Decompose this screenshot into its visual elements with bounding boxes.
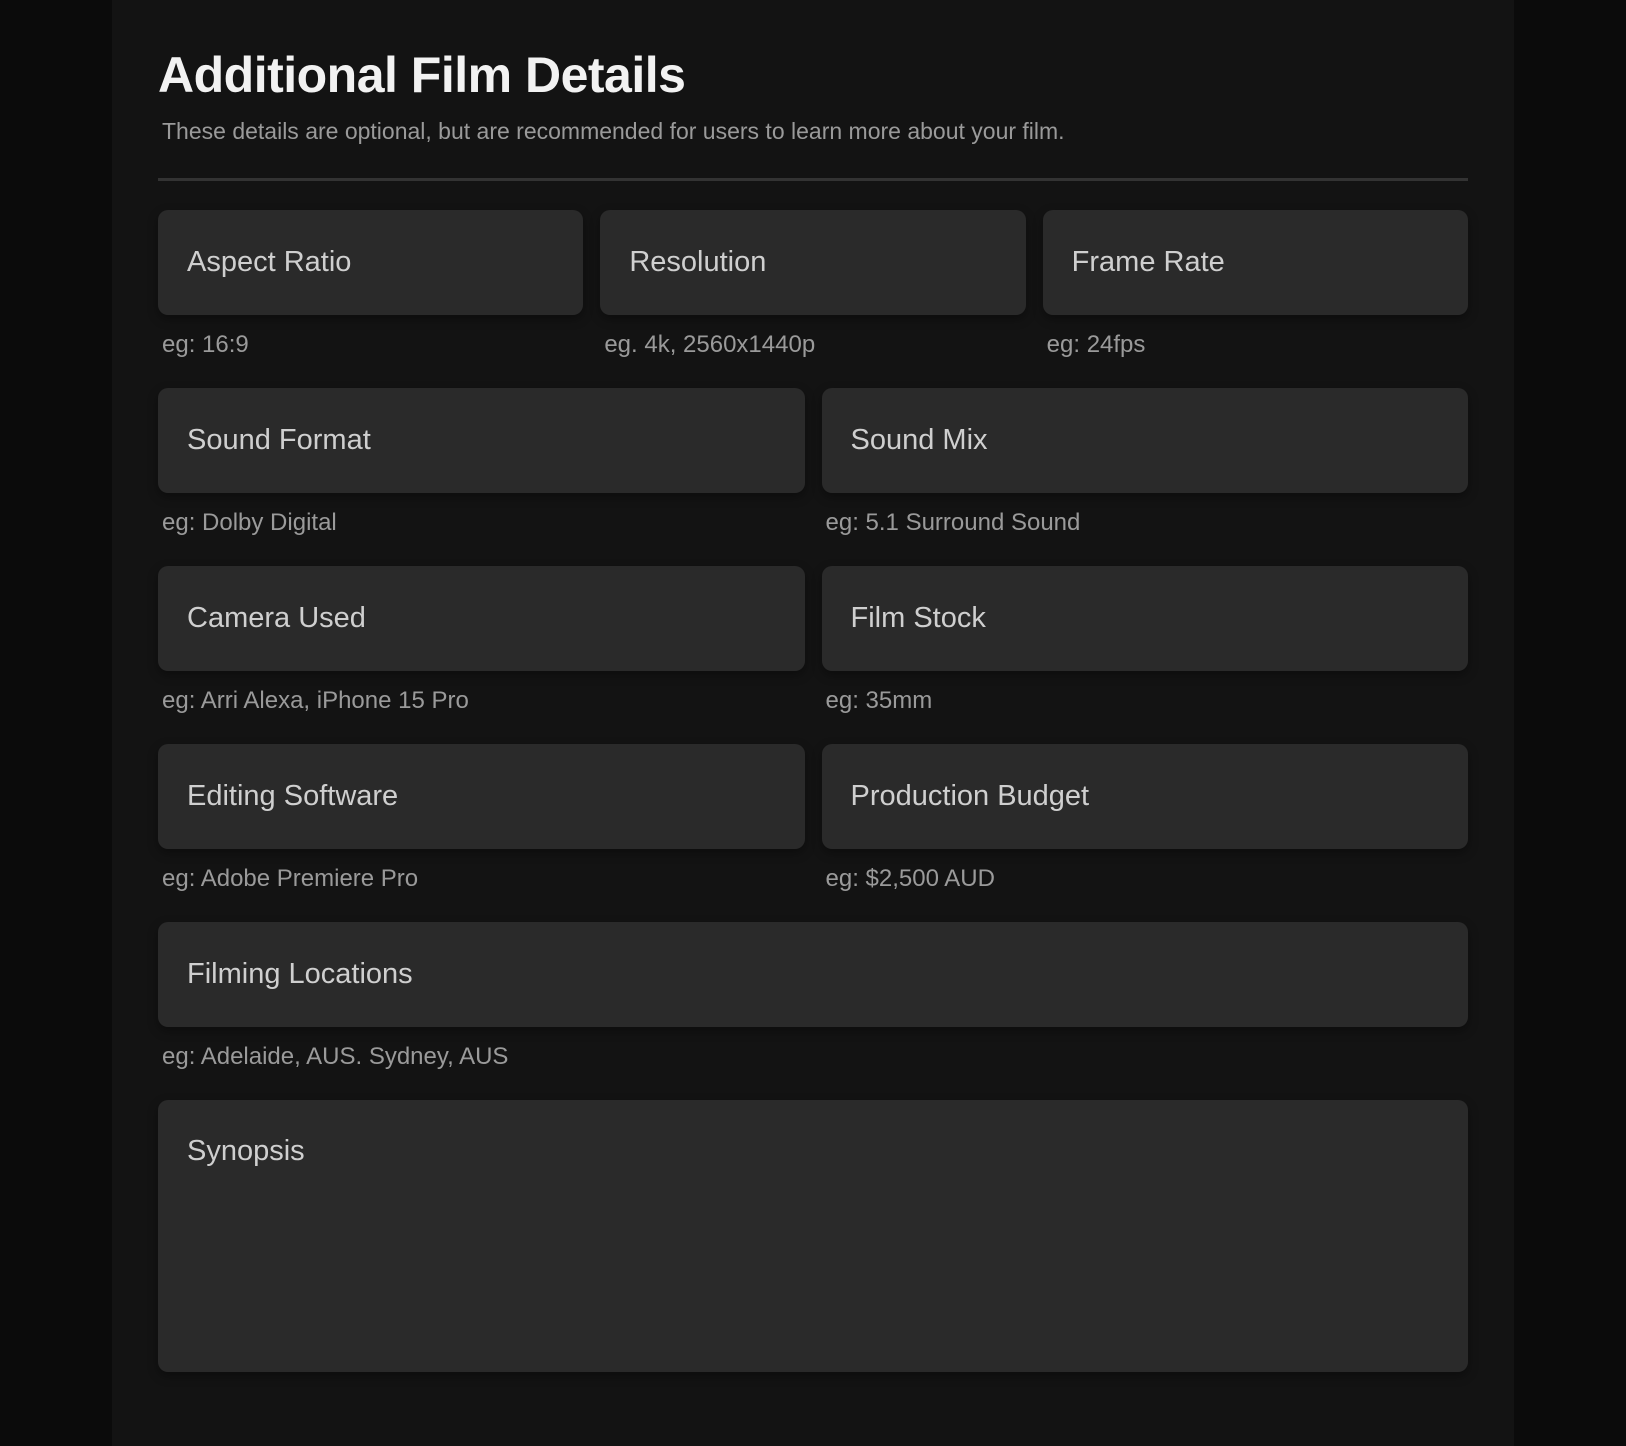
editing-software-hint: eg: Adobe Premiere Pro (162, 865, 419, 892)
aspect-ratio-input[interactable] (158, 210, 584, 315)
resolution-field-group: eg. 4k, 2560x1440p (600, 210, 1026, 360)
film-stock-field-group: eg: 35mm (821, 566, 1468, 716)
synopsis-textarea[interactable] (158, 1100, 1468, 1372)
sound-mix-field-group: eg: 5.1 Surround Sound (821, 388, 1468, 538)
form-row-camera: eg: Arri Alexa, iPhone 15 Pro eg: 35mm (158, 566, 1468, 716)
production-budget-hint: eg: $2,500 AUD (825, 865, 995, 892)
camera-used-input[interactable] (158, 566, 805, 671)
film-details-panel: Additional Film Details These details ar… (112, 0, 1514, 1446)
resolution-hint: eg. 4k, 2560x1440p (604, 331, 816, 358)
resolution-input[interactable] (600, 210, 1026, 315)
film-stock-hint: eg: 35mm (825, 687, 933, 714)
camera-used-hint: eg: Arri Alexa, iPhone 15 Pro (162, 687, 469, 714)
filming-locations-field-group: eg: Adelaide, AUS. Sydney, AUS (158, 922, 1468, 1072)
sound-mix-hint: eg: 5.1 Surround Sound (825, 509, 1081, 536)
sound-mix-input[interactable] (821, 388, 1468, 493)
details-form: eg: 16:9 eg. 4k, 2560x1440p eg: 24fps eg… (158, 210, 1468, 1372)
sound-format-input[interactable] (158, 388, 805, 493)
filming-locations-hint: eg: Adelaide, AUS. Sydney, AUS (162, 1043, 509, 1070)
page-title: Additional Film Details (158, 47, 686, 103)
divider (158, 178, 1468, 181)
film-stock-input[interactable] (821, 566, 1468, 671)
sound-format-hint: eg: Dolby Digital (162, 509, 337, 536)
form-row-sound: eg: Dolby Digital eg: 5.1 Surround Sound (158, 388, 1468, 538)
editing-software-input[interactable] (158, 744, 805, 849)
editing-software-field-group: eg: Adobe Premiere Pro (158, 744, 805, 894)
production-budget-input[interactable] (821, 744, 1468, 849)
form-row-synopsis (158, 1100, 1468, 1372)
aspect-ratio-hint: eg: 16:9 (162, 331, 249, 358)
form-row-production: eg: Adobe Premiere Pro eg: $2,500 AUD (158, 744, 1468, 894)
frame-rate-hint: eg: 24fps (1046, 331, 1146, 358)
sound-format-field-group: eg: Dolby Digital (158, 388, 805, 538)
camera-used-field-group: eg: Arri Alexa, iPhone 15 Pro (158, 566, 805, 716)
frame-rate-field-group: eg: 24fps (1042, 210, 1468, 360)
filming-locations-input[interactable] (158, 922, 1468, 1027)
form-row-locations: eg: Adelaide, AUS. Sydney, AUS (158, 922, 1468, 1072)
production-budget-field-group: eg: $2,500 AUD (821, 744, 1468, 894)
synopsis-field-group (158, 1100, 1468, 1372)
aspect-ratio-field-group: eg: 16:9 (158, 210, 584, 360)
page-subtitle: These details are optional, but are reco… (162, 118, 1065, 144)
form-row-technical: eg: 16:9 eg. 4k, 2560x1440p eg: 24fps (158, 210, 1468, 360)
frame-rate-input[interactable] (1042, 210, 1468, 315)
